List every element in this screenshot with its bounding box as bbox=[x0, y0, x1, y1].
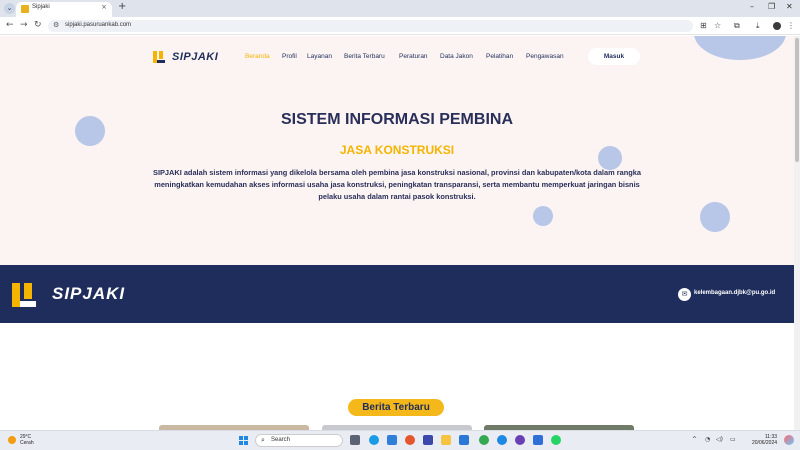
news-section: Berita Terbaru bbox=[0, 323, 794, 430]
nav-beranda[interactable]: Beranda bbox=[245, 53, 270, 60]
site-info-icon[interactable]: ⚙ bbox=[53, 21, 59, 29]
hero-title: SISTEM INFORMASI PEMBINA bbox=[280, 111, 513, 128]
pu-logo-icon[interactable] bbox=[153, 51, 165, 63]
nav-peraturan[interactable]: Peraturan bbox=[399, 53, 428, 60]
site-favicon-icon bbox=[21, 5, 29, 13]
tab-title: Sipjaki bbox=[32, 4, 50, 10]
system-clock[interactable]: 11:33 20/06/2024 bbox=[752, 434, 777, 446]
tab-search-icon[interactable]: ⌄ bbox=[4, 3, 15, 14]
bookmark-star-icon[interactable]: ☆ bbox=[714, 21, 721, 30]
close-tab-icon[interactable]: × bbox=[101, 3, 107, 11]
app-purple-icon[interactable] bbox=[515, 435, 525, 445]
forward-icon[interactable]: → bbox=[20, 20, 28, 30]
firefox-icon[interactable] bbox=[405, 435, 415, 445]
tray-chevron-icon[interactable]: ^ bbox=[692, 436, 697, 443]
decorative-circle bbox=[694, 36, 786, 60]
minimize-icon[interactable]: – bbox=[750, 2, 754, 11]
translate-icon[interactable]: ⊞ bbox=[700, 21, 707, 30]
battery-icon[interactable]: ▭ bbox=[730, 436, 736, 443]
nav-profil[interactable]: Profil bbox=[282, 53, 297, 60]
profile-avatar[interactable] bbox=[773, 22, 781, 30]
vscode-icon[interactable] bbox=[459, 435, 469, 445]
reload-icon[interactable]: ↻ bbox=[34, 20, 42, 30]
browser-tab[interactable]: Sipjaki × bbox=[16, 2, 112, 17]
close-window-icon[interactable]: ✕ bbox=[786, 2, 793, 11]
back-icon[interactable]: ← bbox=[6, 20, 14, 30]
chrome-icon[interactable] bbox=[479, 435, 489, 445]
decorative-circle bbox=[533, 206, 553, 226]
weather-sun-icon[interactable] bbox=[8, 436, 16, 444]
decorative-circle bbox=[700, 202, 730, 232]
store-icon[interactable] bbox=[387, 435, 397, 445]
berita-terbaru-heading[interactable]: Berita Terbaru bbox=[348, 399, 444, 416]
hero-description: SIPJAKI adalah sistem informasi yang dik… bbox=[153, 168, 641, 201]
app-blue-icon[interactable] bbox=[497, 435, 507, 445]
windows-taskbar: 29°C Cerah ⌕ Search ^ ◔ ◁) ▭ 11:33 20/06… bbox=[0, 430, 800, 450]
url-text: sipjaki.pasuruankab.com bbox=[65, 22, 132, 28]
nav-pelatihan[interactable]: Pelatihan bbox=[486, 53, 513, 60]
nav-layanan[interactable]: Layanan bbox=[307, 53, 332, 60]
search-label: Search bbox=[271, 437, 291, 443]
file-explorer-icon[interactable] bbox=[441, 435, 451, 445]
download-icon[interactable]: ⤓ bbox=[756, 21, 760, 31]
volume-icon[interactable]: ◁) bbox=[716, 436, 723, 443]
scrollbar-thumb[interactable] bbox=[795, 38, 799, 162]
app-doc-icon[interactable] bbox=[533, 435, 543, 445]
extensions-icon[interactable]: ⧉ bbox=[734, 21, 740, 31]
whatsapp-icon[interactable] bbox=[551, 435, 561, 445]
task-view-icon[interactable] bbox=[350, 435, 360, 445]
site-logo-text[interactable]: SIPJAKI bbox=[172, 51, 218, 63]
edge-icon[interactable] bbox=[369, 435, 379, 445]
search-icon: ⌕ bbox=[261, 436, 265, 444]
nav-data-jakon[interactable]: Data Jakon bbox=[440, 53, 473, 60]
contact-email[interactable]: kelembagaan.djbk@pu.go.id bbox=[694, 290, 775, 296]
weather-widget[interactable]: 29°C Cerah bbox=[20, 434, 34, 446]
browser-tab-strip: ⌄ Sipjaki × + – ❐ ✕ bbox=[0, 0, 800, 17]
pu-logo-icon bbox=[12, 283, 36, 307]
new-tab-button[interactable]: + bbox=[118, 1, 126, 12]
login-button[interactable]: Masuk bbox=[588, 48, 640, 65]
band-logo-text: SIPJAKI bbox=[52, 284, 126, 303]
wifi-icon[interactable]: ◔ bbox=[705, 436, 710, 443]
taskbar-search-input[interactable]: ⌕ Search bbox=[255, 434, 343, 447]
menu-icon[interactable]: ⋮ bbox=[787, 21, 795, 30]
copilot-icon[interactable] bbox=[784, 435, 794, 445]
clock-date: 20/06/2024 bbox=[752, 440, 778, 446]
address-toolbar: ← → ↻ ⚙ sipjaki.pasuruankab.com ⊞ ☆ ⧉ ⤓ … bbox=[0, 17, 800, 35]
url-input[interactable]: ⚙ sipjaki.pasuruankab.com bbox=[48, 20, 693, 32]
nav-pengawasan[interactable]: Pengawasan bbox=[526, 53, 564, 60]
app-l-icon[interactable] bbox=[423, 435, 433, 445]
restore-icon[interactable]: ❐ bbox=[768, 2, 775, 11]
nav-berita-terbaru[interactable]: Berita Terbaru bbox=[344, 53, 385, 60]
hero-subtitle: JASA KONSTRUKSI bbox=[339, 143, 455, 157]
mail-icon: ✉ bbox=[678, 288, 691, 301]
weather-description: Cerah bbox=[20, 440, 34, 446]
brand-band: SIPJAKI ✉ kelembagaan.djbk@pu.go.id bbox=[0, 265, 794, 323]
hero-section: SIPJAKI Beranda Profil Layanan Berita Te… bbox=[0, 36, 794, 265]
start-windows-icon[interactable] bbox=[239, 436, 249, 446]
